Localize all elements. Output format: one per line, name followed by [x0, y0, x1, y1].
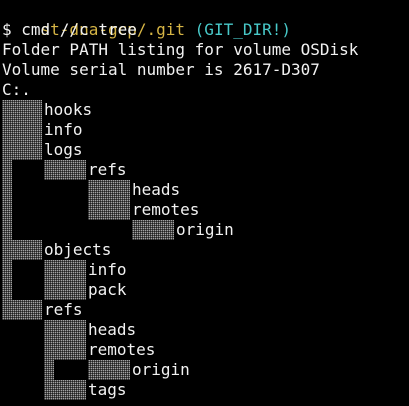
tree-connector	[132, 220, 174, 240]
tree-connector	[44, 340, 86, 360]
tree-connector	[44, 160, 86, 180]
tree-connector	[44, 260, 86, 280]
command-line: $ cmd //c tree	[2, 20, 137, 39]
tree-connector	[44, 380, 86, 400]
tree-node-logs-origin: origin	[176, 220, 234, 239]
tree-node-logs-refs: refs	[88, 160, 127, 179]
tree-connector	[2, 100, 42, 120]
tree-node-objects-pack: pack	[88, 280, 127, 299]
tree-connector	[2, 300, 42, 320]
tree-connector	[2, 140, 42, 160]
output-drive-line: C:.	[2, 80, 31, 99]
tree-connector	[2, 260, 12, 300]
prompt-line: st-dna-gcp/.git (GIT_DIR!)	[2, 0, 291, 39]
tree-connector	[88, 360, 130, 380]
tree-connector	[2, 240, 42, 260]
tree-connector	[88, 200, 130, 220]
tree-node-info: info	[44, 120, 83, 139]
output-serial-line: Volume serial number is 2617-D307	[2, 60, 320, 79]
tree-connector	[44, 280, 86, 300]
tree-connector	[44, 320, 86, 340]
tree-node-refs: refs	[44, 300, 83, 319]
tree-node-refs-origin: origin	[132, 360, 190, 379]
output-header-line: Folder PATH listing for volume OSDisk	[2, 40, 359, 59]
tree-connector	[88, 180, 130, 200]
tree-node-refs-remotes: remotes	[88, 340, 156, 359]
tree-connector	[2, 120, 42, 140]
prompt-git-dir: (GIT_DIR!)	[194, 20, 291, 39]
tree-node-hooks: hooks	[44, 100, 93, 119]
tree-node-objects: objects	[44, 240, 112, 259]
terminal-window[interactable]: st-dna-gcp/.git (GIT_DIR!) $ cmd //c tre…	[0, 0, 409, 406]
tree-node-logs: logs	[44, 140, 83, 159]
tree-node-refs-tags: tags	[88, 380, 127, 399]
tree-node-objects-info: info	[88, 260, 127, 279]
tree-node-logs-heads: heads	[132, 180, 181, 199]
tree-node-logs-remotes: remotes	[132, 200, 200, 219]
tree-node-refs-heads: heads	[88, 320, 137, 339]
tree-connector	[2, 160, 12, 240]
tree-connector	[44, 360, 54, 380]
